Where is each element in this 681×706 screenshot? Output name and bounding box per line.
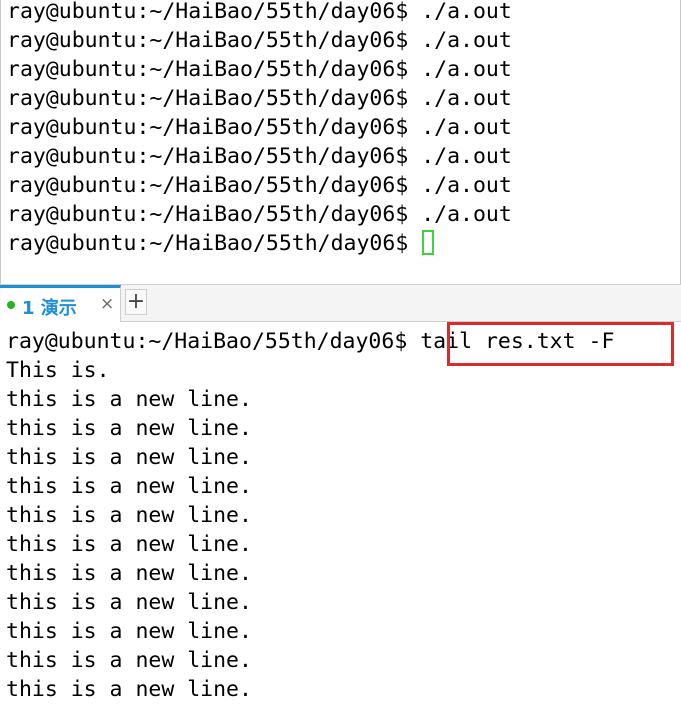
terminal-line: ray@ubuntu:~/HaiBao/55th/day06$ ./a.out <box>7 86 512 111</box>
prompt: ray@ubuntu:~/HaiBao/55th/day06$ <box>7 231 409 256</box>
terminal-pane-top[interactable]: ray@ubuntu:~/HaiBao/55th/day06$ ./a.out … <box>0 0 681 284</box>
terminal-line: ray@ubuntu:~/HaiBao/55th/day06$ ./a.out <box>7 144 512 169</box>
status-dot-icon <box>7 301 15 309</box>
output-line: this is a new line. <box>6 416 252 441</box>
output-line: this is a new line. <box>6 590 252 615</box>
output-line: this is a new line. <box>6 619 252 644</box>
terminal-line: ray@ubuntu:~/HaiBao/55th/day06$ ./a.out <box>7 28 512 53</box>
prompt: ray@ubuntu:~/HaiBao/55th/day06$ <box>6 329 408 354</box>
output-line: this is a new line. <box>6 532 252 557</box>
cursor <box>422 230 435 255</box>
output-line: this is a new line. <box>6 561 252 586</box>
terminal-line: ray@ubuntu:~/HaiBao/55th/day06$ ./a.out <box>7 0 512 24</box>
output-line: this is a new line. <box>6 648 252 673</box>
close-icon[interactable]: × <box>100 294 114 314</box>
tab-session[interactable]: 1 演示 × <box>0 285 121 322</box>
terminal-pane-bottom[interactable]: ray@ubuntu:~/HaiBao/55th/day06$ tail res… <box>0 322 681 706</box>
tab-label: 1 演示 <box>22 298 77 319</box>
output-line: this is a new line. <box>6 677 252 702</box>
terminal-prompt-line: ray@ubuntu:~/HaiBao/55th/day06$ <box>7 229 435 258</box>
terminal-line: ray@ubuntu:~/HaiBao/55th/day06$ ./a.out <box>7 57 512 82</box>
output-line: This is. <box>6 358 110 383</box>
add-tab-button[interactable]: + <box>125 289 147 315</box>
terminal-line: ray@ubuntu:~/HaiBao/55th/day06$ ./a.out <box>7 202 512 227</box>
terminal-line: ray@ubuntu:~/HaiBao/55th/day06$ ./a.out <box>7 115 512 140</box>
tab-bar: 1 演示 × + <box>0 284 681 322</box>
output-line: this is a new line. <box>6 445 252 470</box>
output-line: this is a new line. <box>6 474 252 499</box>
output-line: this is a new line. <box>6 387 252 412</box>
output-line: this is a new line. <box>6 503 252 528</box>
terminal-line: ray@ubuntu:~/HaiBao/55th/day06$ ./a.out <box>7 173 512 198</box>
command-highlight-box <box>447 322 674 366</box>
